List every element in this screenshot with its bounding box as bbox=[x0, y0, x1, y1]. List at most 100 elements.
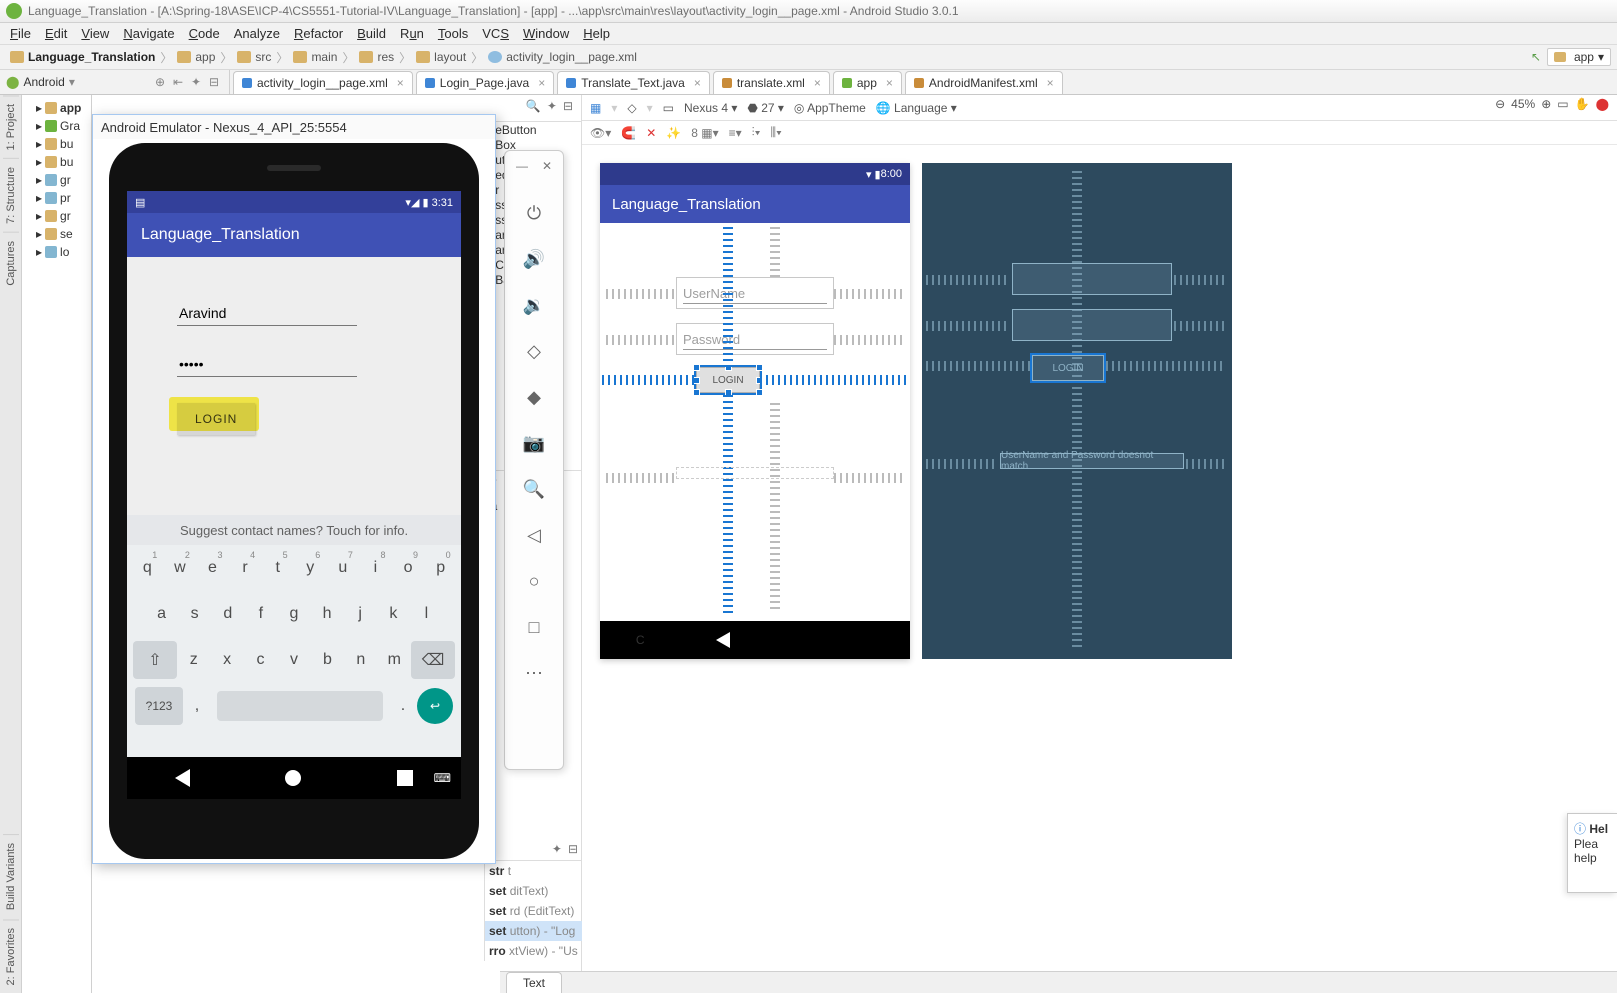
magnet-icon[interactable]: 🧲 bbox=[621, 126, 636, 140]
editor-tab[interactable]: Login_Page.java× bbox=[416, 71, 554, 94]
nav-home-icon[interactable] bbox=[285, 770, 301, 786]
orientation-icon[interactable]: ◇ bbox=[627, 101, 636, 115]
gutter-favorites[interactable]: 2: Favorites bbox=[3, 919, 19, 993]
view-mode-icon[interactable]: ▦ bbox=[590, 101, 601, 115]
breadcrumb-src[interactable]: src bbox=[233, 50, 275, 64]
menu-view[interactable]: View bbox=[75, 24, 115, 43]
emulator-screen[interactable]: ▤ ▾◢ ▮ 3:31 Language_Translation LOGIN S… bbox=[127, 191, 461, 799]
back-icon[interactable]: ◁ bbox=[520, 521, 548, 549]
pack-icon[interactable]: ≡▾ bbox=[729, 126, 742, 140]
rotate-left-icon[interactable]: ◇ bbox=[520, 337, 548, 365]
clear-constraints-icon[interactable]: ✕ bbox=[646, 126, 656, 140]
breadcrumb-main[interactable]: main bbox=[289, 50, 341, 64]
zoom-out-icon[interactable]: ⊖ bbox=[1495, 97, 1505, 111]
breadcrumb-app[interactable]: app bbox=[173, 50, 219, 64]
key-p[interactable]: 0p bbox=[427, 549, 455, 587]
key-w[interactable]: 2w bbox=[166, 549, 194, 587]
infer-constraints-icon[interactable]: ✨ bbox=[666, 126, 681, 140]
component-tree-node[interactable]: set utton) - "Log bbox=[485, 921, 582, 941]
preview-password-input[interactable]: Password bbox=[676, 323, 834, 355]
volume-down-icon[interactable]: 🔉 bbox=[520, 291, 548, 319]
warnings-icon[interactable]: ⬤ bbox=[1596, 97, 1609, 111]
bp-login[interactable]: LOGIN bbox=[1032, 355, 1104, 381]
nav-recent-icon[interactable] bbox=[397, 770, 413, 786]
menu-run[interactable]: Run bbox=[394, 24, 430, 43]
api-selector[interactable]: ⬣ 27 ▾ bbox=[747, 101, 784, 115]
editor-tab[interactable]: translate.xml× bbox=[713, 71, 830, 94]
key-f[interactable]: f bbox=[247, 595, 275, 633]
key-a[interactable]: a bbox=[148, 595, 176, 633]
settings-gear-icon[interactable]: ✦ bbox=[191, 75, 205, 89]
default-margin[interactable]: 8 ▦▾ bbox=[691, 126, 718, 140]
nav-back-icon[interactable] bbox=[175, 769, 190, 787]
bp-username[interactable] bbox=[1012, 263, 1172, 295]
zoom-icon[interactable]: 🔍 bbox=[520, 475, 548, 503]
tree-node[interactable]: ▸bu bbox=[22, 135, 91, 153]
keyboard-icon[interactable]: ⌨ bbox=[434, 771, 451, 785]
key-i[interactable]: 8i bbox=[361, 549, 389, 587]
close-tab-icon[interactable]: × bbox=[814, 76, 821, 90]
menu-window[interactable]: Window bbox=[517, 24, 575, 43]
minimize-panel-icon[interactable]: ⊟ bbox=[563, 99, 573, 113]
guidelines-icon[interactable]: ⫼▾ bbox=[771, 125, 782, 140]
palette-item[interactable]: eButton bbox=[483, 122, 581, 137]
key-n[interactable]: n bbox=[347, 641, 375, 679]
search-icon[interactable]: 🔍 bbox=[526, 99, 541, 113]
symbols-key[interactable]: ?123 bbox=[135, 687, 183, 725]
tree-node[interactable]: ▸se bbox=[22, 225, 91, 243]
breadcrumb-res[interactable]: res bbox=[355, 50, 398, 64]
component-tree-node[interactable]: set ditText) bbox=[485, 881, 582, 901]
eye-icon[interactable]: 👁▾ bbox=[590, 126, 611, 140]
collapse-icon[interactable]: ⇤ bbox=[173, 75, 187, 89]
bp-error[interactable]: UserName and Password doesnot match bbox=[1000, 453, 1184, 469]
menu-file[interactable]: File bbox=[4, 24, 37, 43]
tree-node[interactable]: ▸gr bbox=[22, 207, 91, 225]
space-key[interactable] bbox=[217, 691, 383, 721]
key-b[interactable]: b bbox=[313, 641, 341, 679]
key-o[interactable]: 9o bbox=[394, 549, 422, 587]
text-tab[interactable]: Text bbox=[506, 972, 562, 993]
key-l[interactable]: l bbox=[412, 595, 440, 633]
tree-node[interactable]: ▸app bbox=[22, 99, 91, 117]
power-icon[interactable]: ⏻ bbox=[520, 199, 548, 227]
close-tab-icon[interactable]: × bbox=[538, 76, 545, 90]
breadcrumb-file[interactable]: activity_login__page.xml bbox=[484, 50, 641, 64]
key-x[interactable]: x bbox=[213, 641, 241, 679]
shift-key[interactable]: ⇧ bbox=[133, 641, 177, 679]
menu-refactor[interactable]: Refactor bbox=[288, 24, 349, 43]
tree-node[interactable]: ▸bu bbox=[22, 153, 91, 171]
overview-icon[interactable]: □ bbox=[520, 613, 548, 641]
preview-username-input[interactable]: UserName bbox=[676, 277, 834, 309]
preview-error-text[interactable] bbox=[676, 467, 834, 479]
key-c[interactable]: c bbox=[247, 641, 275, 679]
volume-up-icon[interactable]: 🔊 bbox=[520, 245, 548, 273]
close-tab-icon[interactable]: × bbox=[1047, 76, 1054, 90]
tree-node[interactable]: ▸lo bbox=[22, 243, 91, 261]
key-e[interactable]: 3e bbox=[198, 549, 226, 587]
emulator-toolbar[interactable]: —✕ ⏻ 🔊 🔉 ◇ ◆ 📷 🔍 ◁ ○ □ ⋯ bbox=[504, 150, 564, 770]
emulator-window[interactable]: Android Emulator - Nexus_4_API_25:5554 ▤… bbox=[92, 114, 496, 864]
help-popup[interactable]: ⓘ Hel Pleahelp bbox=[1567, 813, 1617, 893]
design-preview[interactable]: ▾ ▮ 8:00 Language_Translation User bbox=[600, 163, 910, 659]
gutter-captures[interactable]: Captures bbox=[3, 232, 19, 294]
key-s[interactable]: s bbox=[181, 595, 209, 633]
tree-node[interactable]: ▸Gra bbox=[22, 117, 91, 135]
module-selector[interactable]: app ▾ bbox=[1547, 48, 1611, 66]
close-tab-icon[interactable]: × bbox=[694, 76, 701, 90]
preview-canvas[interactable]: ▾ ▮ 8:00 Language_Translation User bbox=[582, 145, 1617, 677]
emulator-username-input[interactable] bbox=[177, 301, 357, 326]
key-g[interactable]: g bbox=[280, 595, 308, 633]
menu-tools[interactable]: Tools bbox=[432, 24, 474, 43]
breadcrumb-layout[interactable]: layout bbox=[412, 50, 470, 64]
bp-password[interactable] bbox=[1012, 309, 1172, 341]
menu-edit[interactable]: Edit bbox=[39, 24, 73, 43]
period-key[interactable]: . bbox=[389, 687, 417, 725]
menu-build[interactable]: Build bbox=[351, 24, 392, 43]
key-d[interactable]: d bbox=[214, 595, 242, 633]
emu-min-icon[interactable]: — bbox=[516, 159, 528, 173]
key-j[interactable]: j bbox=[346, 595, 374, 633]
key-t[interactable]: 5t bbox=[264, 549, 292, 587]
home-icon[interactable]: ○ bbox=[520, 567, 548, 595]
align-icon[interactable]: ⫶▾ bbox=[752, 125, 761, 140]
menu-vcs[interactable]: VCS bbox=[476, 24, 515, 43]
